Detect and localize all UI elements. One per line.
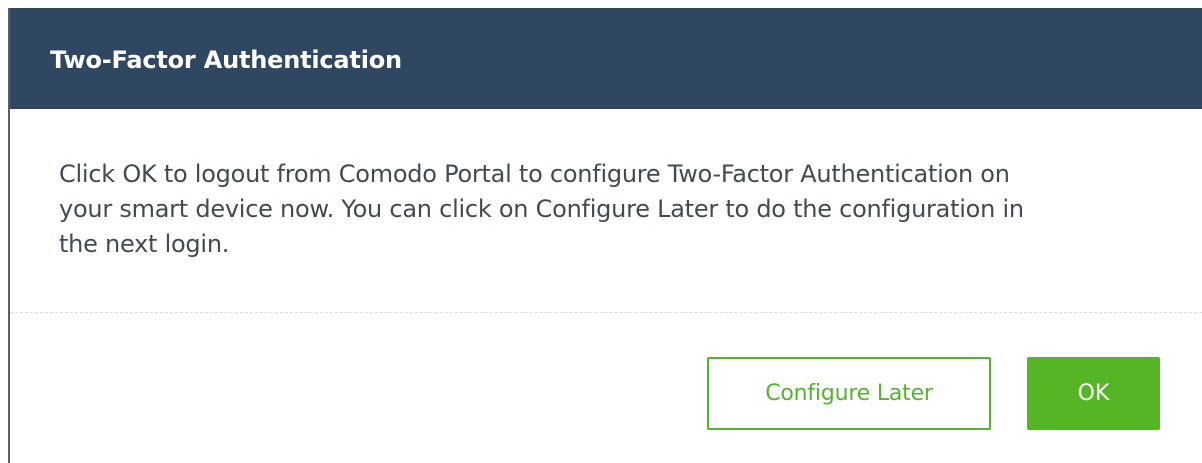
dialog-message-line-1: Click OK to logout from Comodo Portal to… bbox=[59, 160, 1010, 188]
ok-button[interactable]: OK bbox=[1027, 357, 1160, 430]
dialog-message-line-3: the next login. bbox=[59, 230, 230, 258]
configure-later-button[interactable]: Configure Later bbox=[707, 357, 991, 430]
dialog-message-line-2: your smart device now. You can click on … bbox=[59, 195, 1024, 223]
two-factor-dialog: Two-Factor Authentication Click OK to lo… bbox=[8, 8, 1202, 463]
dialog-header: Two-Factor Authentication bbox=[10, 8, 1202, 109]
dialog-message: Click OK to logout from Comodo Portal to… bbox=[59, 157, 1169, 262]
dialog-title: Two-Factor Authentication bbox=[50, 46, 402, 74]
footer-divider bbox=[10, 312, 1202, 313]
